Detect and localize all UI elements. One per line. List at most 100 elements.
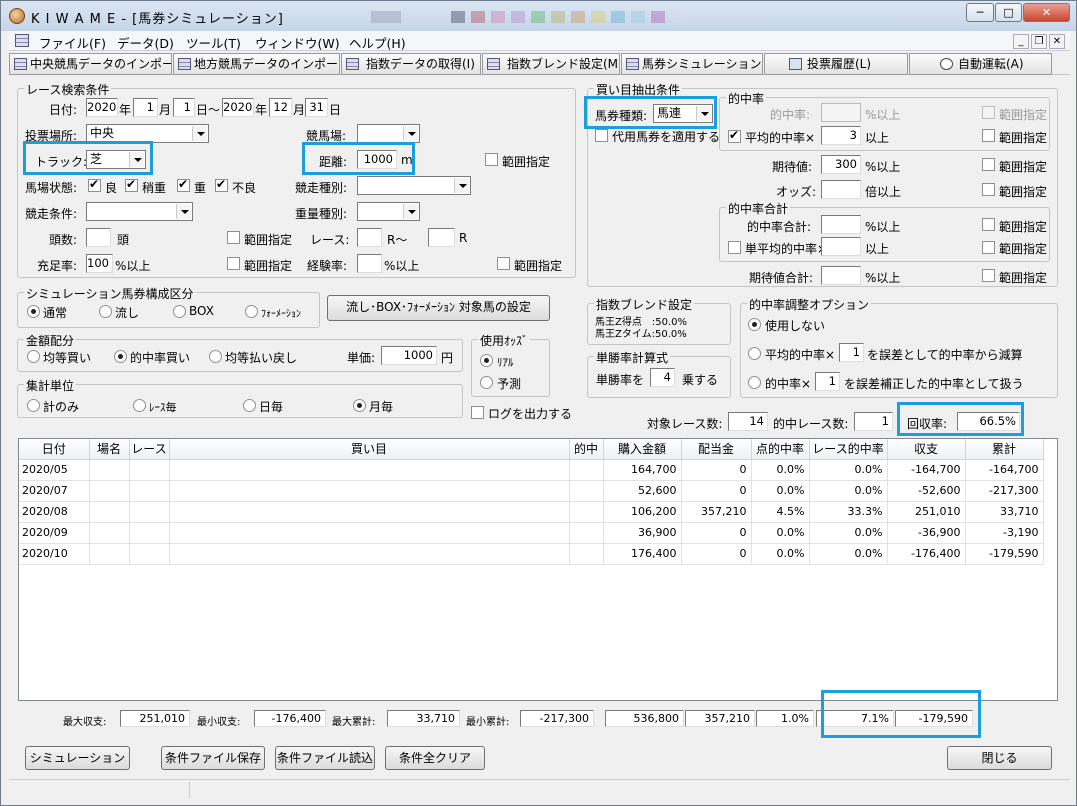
column-header[interactable]: 買い目: [169, 439, 570, 460]
from-year-field[interactable]: 2020: [86, 98, 118, 117]
column-header[interactable]: 点的中率: [751, 439, 810, 460]
cond-slightly-heavy-checkbox[interactable]: [125, 177, 138, 192]
column-header[interactable]: 配当金: [681, 439, 752, 460]
ev-range-checkbox[interactable]: [982, 158, 995, 171]
menu-data[interactable]: データ(D): [117, 33, 174, 52]
results-table[interactable]: 日付 場名 レース 買い目 的中 購入金額 配当金 点的中率 レース的中率 収支 累計 2020/0…: [18, 438, 1058, 701]
avg-hit-checkbox[interactable]: [728, 128, 741, 143]
money-hitrate-radio[interactable]: [114, 350, 127, 363]
index-blend-button[interactable]: 指数ブレンド設定(M): [482, 53, 620, 75]
race-to-field[interactable]: [428, 228, 455, 247]
race-type-select[interactable]: [357, 176, 471, 195]
adjust-correct-radio[interactable]: [748, 376, 761, 389]
table-row[interactable]: 2020/07 52,600 0 0.0% 0.0% -52,600 -217,300: [19, 480, 1044, 502]
adjust-subtract-radio[interactable]: [748, 347, 761, 360]
agg-day-radio[interactable]: [243, 399, 256, 412]
track-select[interactable]: 芝: [86, 150, 146, 169]
sim-formation-radio[interactable]: [245, 305, 258, 318]
column-header[interactable]: レース: [129, 439, 170, 460]
odds-range-checkbox[interactable]: [982, 183, 995, 196]
agg-month-radio[interactable]: [353, 399, 366, 412]
fill-range-checkbox[interactable]: [227, 257, 240, 270]
ev-sum-range-checkbox[interactable]: [982, 269, 995, 282]
heads-range-checkbox[interactable]: [227, 231, 240, 244]
fetch-index-button[interactable]: 指数データの取得(I): [341, 53, 481, 75]
simulate-button[interactable]: シミュレーション: [25, 746, 130, 770]
cond-bad-checkbox[interactable]: [215, 177, 228, 192]
adjust-correct-field[interactable]: 1: [815, 372, 840, 391]
sim-box-radio[interactable]: [173, 305, 186, 318]
table-row[interactable]: 2020/09 36,900 0 0.0% 0.0% -36,900 -3,190: [19, 522, 1044, 544]
log-output-checkbox[interactable]: [471, 406, 484, 419]
odds-real-radio[interactable]: [480, 354, 493, 367]
money-payout-radio[interactable]: [209, 350, 222, 363]
sim-normal-radio[interactable]: [27, 305, 40, 318]
table-row[interactable]: 2020/08 106,200 357,210 4.5% 33.3% 251,010 33,…: [19, 501, 1044, 523]
auto-run-button[interactable]: 自動運転(A): [909, 53, 1052, 75]
exp-rate-field[interactable]: [357, 254, 382, 273]
vote-history-button[interactable]: 投票履歴(L): [764, 53, 908, 75]
mdi-minimize-button[interactable]: _: [1013, 34, 1029, 49]
expected-value-field[interactable]: 300: [821, 155, 861, 174]
odds-predict-radio[interactable]: [480, 376, 493, 389]
menu-help[interactable]: ヘルプ(H): [349, 33, 406, 52]
ev-sum-field[interactable]: [821, 266, 861, 285]
avg-range-checkbox[interactable]: [982, 129, 995, 142]
avg-hit-field[interactable]: 3: [821, 126, 861, 145]
single-avg-field[interactable]: [821, 237, 861, 256]
to-day-field[interactable]: 31: [305, 98, 328, 117]
adjust-subtract-field[interactable]: 1: [839, 343, 864, 362]
minimize-button[interactable]: ─: [966, 3, 994, 22]
heads-field[interactable]: [86, 228, 111, 247]
import-central-button[interactable]: 中央競馬データのインポート(J): [9, 53, 172, 75]
weight-type-select[interactable]: [357, 202, 420, 221]
menu-tools[interactable]: ツール(T): [186, 33, 241, 52]
from-day-field[interactable]: 1: [173, 98, 195, 117]
column-header[interactable]: 的中: [569, 439, 604, 460]
menu-window[interactable]: ウィンドウ(W): [255, 33, 340, 52]
hit-sum-range-checkbox[interactable]: [982, 218, 995, 231]
column-header[interactable]: 購入金額: [603, 439, 682, 460]
distance-range-checkbox[interactable]: [485, 153, 498, 166]
target-horse-settings-button[interactable]: 流し･BOX･ﾌｫｰﾒｰｼｮﾝ 対象馬の設定: [327, 295, 550, 321]
maximize-button[interactable]: □: [995, 3, 1022, 22]
single-avg-checkbox[interactable]: [728, 241, 741, 254]
fill-rate-field[interactable]: 100: [86, 254, 113, 273]
table-row[interactable]: 2020/05 164,700 0 0.0% 0.0% -164,700 -164,700: [19, 459, 1044, 481]
column-header[interactable]: 日付: [19, 439, 90, 460]
cond-good-checkbox[interactable]: [88, 177, 101, 192]
course-select[interactable]: [357, 124, 420, 143]
odds-cond-field[interactable]: [821, 180, 861, 199]
close-window-button[interactable]: ✕: [1023, 3, 1070, 22]
agg-total-radio[interactable]: [27, 399, 40, 412]
mdi-close-button[interactable]: ✕: [1049, 34, 1065, 49]
distance-field[interactable]: 1000: [357, 150, 397, 169]
race-from-field[interactable]: [357, 228, 382, 247]
hit-rate-field[interactable]: [821, 103, 861, 122]
hit-sum-field[interactable]: [821, 215, 861, 234]
unit-price-field[interactable]: 1000: [381, 346, 437, 365]
save-conditions-button[interactable]: 条件ファイル保存: [161, 746, 265, 770]
import-local-button[interactable]: 地方競馬データのインポート(N): [173, 53, 340, 75]
money-even-radio[interactable]: [27, 350, 40, 363]
column-header[interactable]: 累計: [965, 439, 1044, 460]
column-header[interactable]: 収支: [887, 439, 966, 460]
venue-select[interactable]: 中央: [86, 124, 209, 143]
column-header[interactable]: レース的中率: [809, 439, 888, 460]
mdi-restore-button[interactable]: ❐: [1031, 34, 1047, 49]
load-conditions-button[interactable]: 条件ファイル読込: [275, 746, 375, 770]
alt-ticket-checkbox[interactable]: [595, 129, 608, 142]
race-cond-select[interactable]: [86, 202, 193, 221]
clear-conditions-button[interactable]: 条件全クリア: [385, 746, 485, 770]
agg-race-radio[interactable]: [133, 399, 146, 412]
single-range-checkbox[interactable]: [982, 241, 995, 254]
hit-range-checkbox[interactable]: [982, 106, 995, 119]
close-button[interactable]: 閉じる: [947, 746, 1052, 770]
to-year-field[interactable]: 2020: [222, 98, 254, 117]
win-formula-field[interactable]: 4: [650, 368, 675, 387]
table-row[interactable]: 2020/10 176,400 0 0.0% 0.0% -176,400 -179,590: [19, 543, 1044, 565]
menu-file[interactable]: ファイル(F): [39, 33, 106, 52]
sim-flow-radio[interactable]: [99, 305, 112, 318]
bet-type-select[interactable]: 馬連: [653, 104, 713, 123]
column-header[interactable]: 場名: [89, 439, 130, 460]
